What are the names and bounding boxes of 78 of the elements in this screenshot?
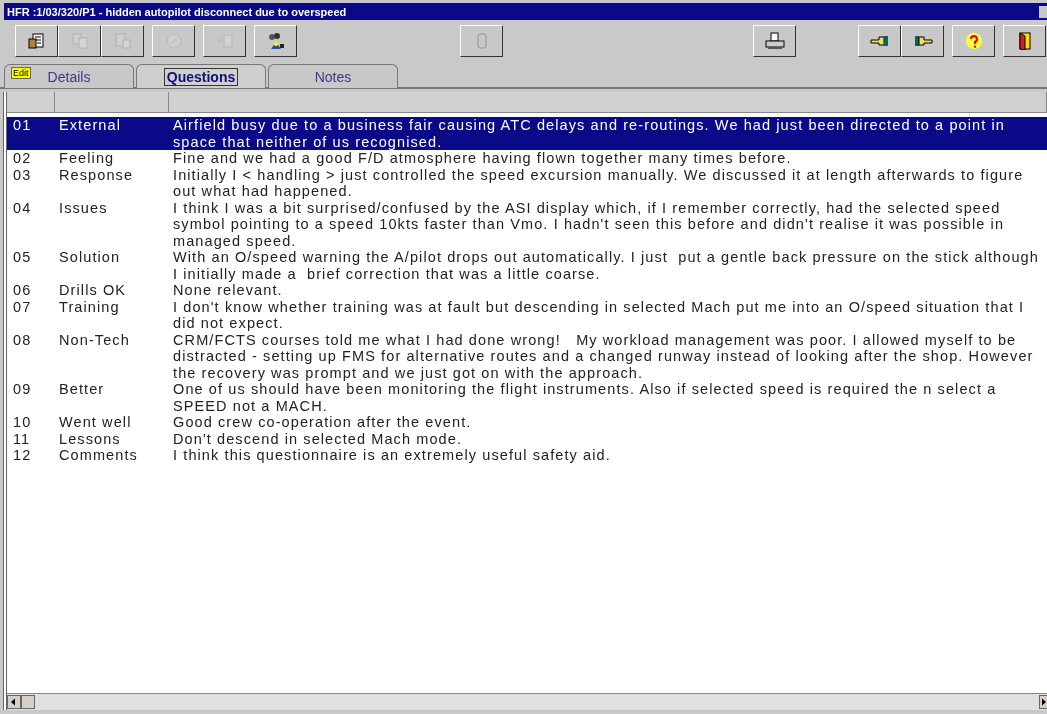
tab[interactable]: Notes (268, 64, 398, 88)
table-row[interactable]: 12 Comments I think this questionnaire is an extremely useful safety aid. (7, 447, 1047, 464)
table-cell-text: None relevant. (172, 282, 284, 299)
table-cell-text: 07 (12, 298, 33, 317)
page-icon (475, 33, 488, 49)
table-cell-text: Training (58, 298, 121, 317)
table-cell-text: Initially I < handling > just controlled the speed excursion manually. We discussed it at length afterwards to figure out what had happened. (172, 166, 1025, 200)
table-cell-text: Airfield busy due to a business fair causing ATC delays and re-routings. We had just been directed to a point in space that neither of us recognised. (172, 117, 1006, 150)
table-cell-text: CRM/FCTS courses told me what I had done wrong! My workload management was poor. I allowed myself to be distracted - setting up FMS for alternative routes and a changed runway instead of looking after the shop. However the recovery was prompt and we just got on with the approach. (172, 331, 1035, 381)
table-cell-text: Don't descend in selected Mach mode. (172, 430, 463, 447)
table-cell-text: With an O/speed warning the A/pilot drops out automatically. I just put a gentle back pressure on the stick although I initially made a brief correction that was a little coarse. (172, 249, 1040, 282)
tab-label: Questions (163, 67, 239, 86)
table-cell-text: I think this questionnaire is an extremely useful safety aid. (172, 447, 612, 464)
tab[interactable]: Edit Details (4, 64, 134, 88)
table-cell-text: 10 (12, 414, 33, 431)
table-cell-text: Issues (58, 199, 109, 218)
toolbar-button[interactable] (753, 25, 796, 57)
paste-icon (113, 32, 132, 50)
copy-icon (70, 32, 89, 50)
toolbar-button[interactable] (254, 25, 297, 57)
toolbar-button[interactable] (1003, 25, 1046, 57)
table-cell-text: Solution (58, 249, 122, 267)
table-cell-text: One of us should have been monitoring the flight instruments. Also if selected speed is required the n select a SPEED not a MACH. (172, 381, 998, 414)
table-cell-text: 03 (12, 166, 33, 185)
table-cell-text: Non-Tech (58, 331, 131, 350)
table-cell-text: Response (58, 166, 135, 185)
table-cell-text: Better (58, 381, 106, 399)
scroll-right-icon[interactable] (1039, 695, 1047, 709)
window-title: HFR :1/03/320/P1 - hidden autopilot disconnect due to overspeed (6, 5, 347, 18)
pointing-hand-icon (912, 34, 933, 48)
table-row[interactable]: 11 Lessons Don't descend in selected Mach mode. (7, 430, 1047, 447)
scrollbar-thumb[interactable] (21, 695, 35, 709)
table-cell-text: I don't know whether training was at fault but descending in selected Mach put me into an O/speed situation that I did not expect. (172, 298, 1026, 332)
table-cell-text: Good crew co-operation after the event. (172, 414, 473, 431)
document-icon (27, 32, 46, 50)
table-cell-text: 11 (12, 430, 32, 447)
horizontal-scrollbar[interactable] (7, 693, 1047, 710)
table-cell-text: 06 (12, 282, 33, 299)
window-button[interactable] (1039, 5, 1047, 18)
tab-label: Notes (314, 68, 352, 85)
table-row[interactable]: 03 Response Initially I < handling > just controlled the speed excursion manually. We discussed it at length afterwards to figure out what had happened. (7, 166, 1047, 200)
people-icon (266, 32, 285, 50)
table-row[interactable]: 06 Drills OK None relevant. (7, 282, 1047, 299)
table-cell-text: 01 (12, 117, 33, 135)
table-cell-text: 12 (12, 447, 33, 464)
table-cell-text: 05 (12, 249, 33, 267)
table-cell-text: Went well (58, 414, 133, 431)
toolbar-button[interactable] (901, 25, 944, 57)
table-cell-text: I think I was a bit surprised/confused by the ASI display which, if I remember correctly, had the selected speed symbol pointing to a speed 10kts faster than Vmo. I hadn't seen this before and didn't realise it was possible in managed speed. (172, 199, 1006, 249)
table-cell-text: Fine and we had a good F/D atmosphere having flown together many times before. (172, 150, 793, 167)
toolbar-button[interactable] (858, 25, 901, 57)
table-row[interactable]: 01 External Airfield busy due to a business fair causing ATC delays and re-routings. We had just been directed to a point in space that neither of us recognised. (7, 117, 1047, 150)
add-page-icon (215, 32, 234, 50)
pointing-hand-icon (869, 34, 890, 48)
help-icon (964, 32, 983, 50)
disc-icon (164, 32, 183, 50)
printer-icon (764, 32, 785, 50)
table-row[interactable]: 02 Feeling Fine and we had a good F/D atmosphere having flown together many times before. (7, 150, 1047, 167)
toolbar-button[interactable] (15, 25, 58, 57)
tab-label: Details (47, 68, 91, 85)
table-cell-text: 09 (12, 381, 33, 399)
table-cell-text: External (58, 117, 122, 135)
table-cell-text: Drills OK (58, 282, 128, 299)
tab[interactable]: Questions (136, 64, 266, 88)
table-row[interactable]: 10 Went well Good crew co-operation after the event. (7, 414, 1047, 431)
table-cell-text: Lessons (58, 430, 122, 447)
table-row[interactable]: 09 Better One of us should have been monitoring the flight instruments. Also if selected speed is required the n select a SPEED not a MACH. (7, 381, 1047, 414)
table-cell-text: 02 (12, 150, 33, 167)
edit-badge: Edit (11, 67, 31, 79)
table-cell-text: Comments (58, 447, 139, 464)
toolbar-button[interactable] (952, 25, 995, 57)
table-cell-text: 08 (12, 331, 33, 350)
exit-door-icon (1017, 32, 1032, 50)
table-row[interactable]: 05 Solution With an O/speed warning the A/pilot drops out automatically. I just put a gentle back pressure on the stick although I initially made a brief correction that was a little coarse. (7, 249, 1047, 282)
table-cell-text: Feeling (58, 150, 116, 167)
table-cell-text: 04 (12, 199, 33, 218)
table-row[interactable]: 07 Training I don't know whether training was at fault but descending in selected Mach put me into an O/speed situation that I did not expect. (7, 298, 1047, 332)
scroll-left-icon[interactable] (7, 695, 21, 709)
